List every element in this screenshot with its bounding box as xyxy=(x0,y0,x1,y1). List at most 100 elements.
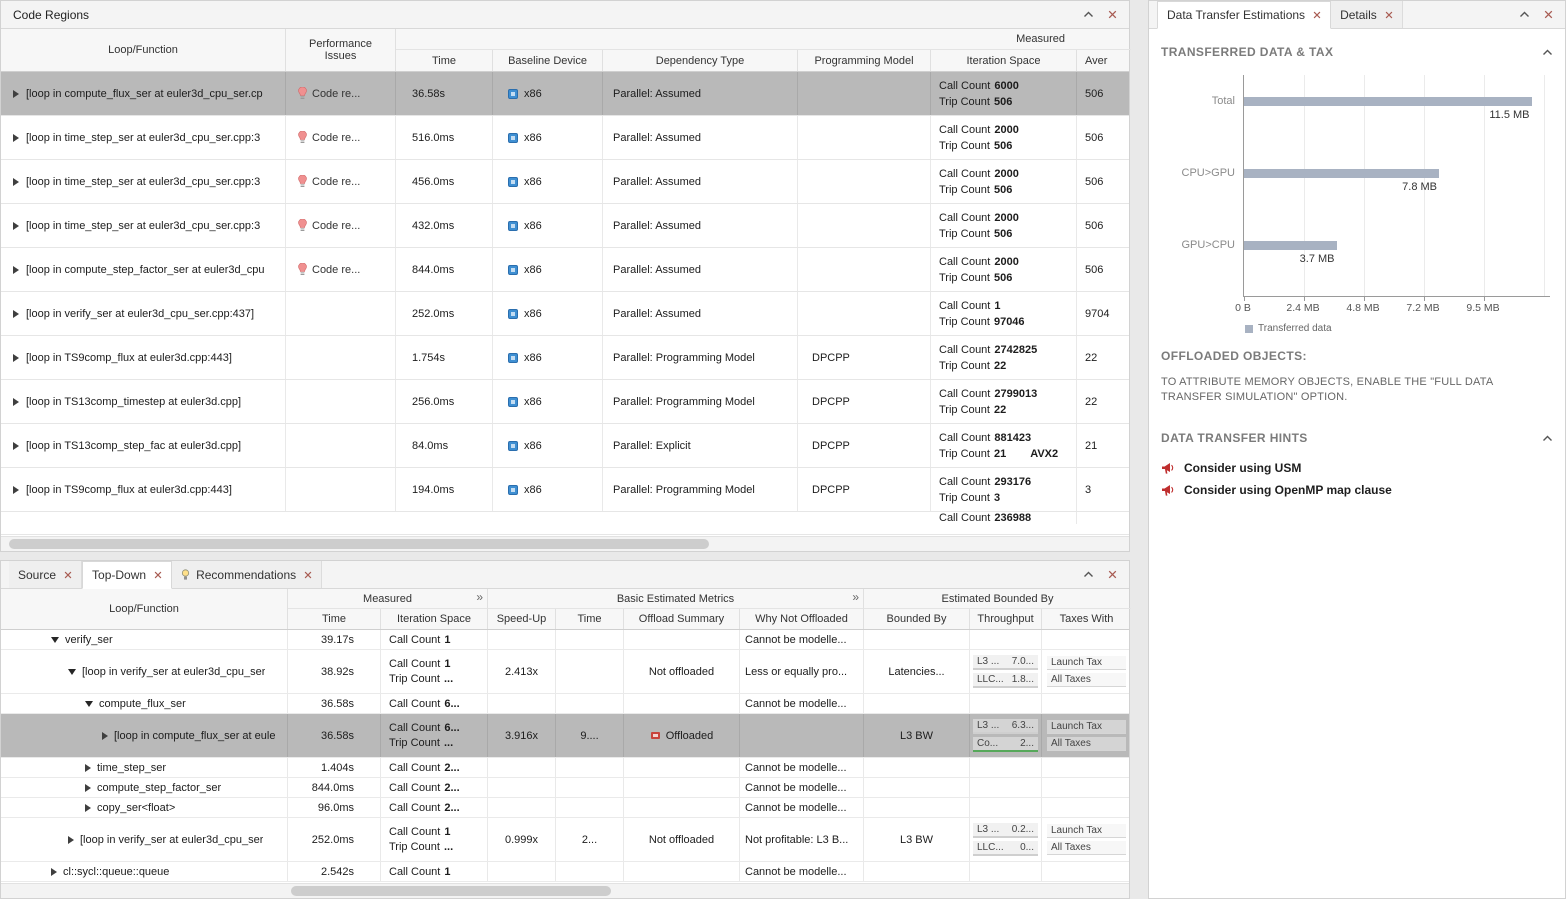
code-region-row[interactable]: Call Count236988 xyxy=(1,512,1129,535)
collapse-panel-icon[interactable] xyxy=(1083,11,1094,18)
column-header-average[interactable]: Aver xyxy=(1077,50,1131,71)
call-count-label: Call Count xyxy=(939,212,990,224)
scrollbar-thumb[interactable] xyxy=(9,539,709,549)
close-panel-icon[interactable] xyxy=(1108,570,1117,579)
tab-top-down[interactable]: Top-Down xyxy=(82,561,172,589)
expand-icon[interactable] xyxy=(13,310,19,318)
close-tab-icon[interactable] xyxy=(304,571,312,579)
chart-bar-cpu-gpu xyxy=(1244,169,1439,178)
code-region-row[interactable]: [loop in TS13comp_timestep at euler3d.cp… xyxy=(1,380,1129,424)
column-group-measured[interactable]: Measured » xyxy=(288,589,488,609)
close-panel-icon[interactable] xyxy=(1108,10,1117,19)
top-down-row[interactable]: [loop in verify_ser at euler3d_cpu_ser25… xyxy=(1,818,1129,862)
close-panel-icon[interactable] xyxy=(1544,10,1553,19)
expand-icon[interactable] xyxy=(13,486,19,494)
expand-icon[interactable] xyxy=(13,90,19,98)
expand-icon[interactable] xyxy=(102,732,108,740)
expand-icon[interactable] xyxy=(85,784,91,792)
chart-bar-total xyxy=(1244,97,1532,106)
code-region-row[interactable]: [loop in time_step_ser at euler3d_cpu_se… xyxy=(1,116,1129,160)
collapse-panel-icon[interactable] xyxy=(1519,11,1530,18)
panel-gap xyxy=(0,552,1130,560)
top-down-row[interactable]: verify_ser39.17sCall Count1Cannot be mod… xyxy=(1,630,1129,650)
tab-source[interactable]: Source xyxy=(9,561,82,588)
expand-columns-icon[interactable]: » xyxy=(476,591,483,603)
loop-name: [loop in TS13comp_timestep at euler3d.cp… xyxy=(26,396,241,408)
code-region-row[interactable]: [loop in time_step_ser at euler3d_cpu_se… xyxy=(1,204,1129,248)
code-region-row[interactable]: [loop in TS9comp_flux at euler3d.cpp:443… xyxy=(1,336,1129,380)
tab-data-transfer-estimations[interactable]: Data Transfer Estimations xyxy=(1157,1,1331,29)
close-tab-icon[interactable] xyxy=(1385,11,1393,19)
column-header-taxes[interactable]: Taxes With xyxy=(1042,609,1131,629)
code-region-row[interactable]: [loop in TS13comp_step_fac at euler3d.cp… xyxy=(1,424,1129,468)
code-region-row[interactable]: [loop in TS9comp_flux at euler3d.cpp:443… xyxy=(1,468,1129,512)
column-group-basic-estimated-metrics[interactable]: Basic Estimated Metrics » xyxy=(488,589,864,609)
column-header-time[interactable]: Time xyxy=(396,50,493,71)
expand-icon[interactable] xyxy=(13,266,19,274)
expand-icon[interactable] xyxy=(85,701,93,707)
top-down-row[interactable]: time_step_ser1.404sCall Count2...Cannot … xyxy=(1,758,1129,778)
column-header-estimated-time[interactable]: Time xyxy=(556,609,624,629)
horizontal-scrollbar[interactable] xyxy=(1,883,1129,898)
expand-icon[interactable] xyxy=(85,764,91,772)
expand-icon[interactable] xyxy=(13,178,19,186)
close-tab-icon[interactable] xyxy=(64,571,72,579)
expand-icon[interactable] xyxy=(51,637,59,643)
expand-icon[interactable] xyxy=(68,669,76,675)
code-region-row[interactable]: [loop in compute_step_factor_ser at eule… xyxy=(1,248,1129,292)
column-header-dependency-type[interactable]: Dependency Type xyxy=(603,50,798,71)
time-cell: 252.0ms xyxy=(288,818,381,861)
top-down-row[interactable]: [loop in verify_ser at euler3d_cpu_ser38… xyxy=(1,650,1129,694)
expand-icon[interactable] xyxy=(13,222,19,230)
column-group-measured[interactable]: Measured xyxy=(396,29,1131,50)
collapse-section-icon[interactable] xyxy=(1542,431,1553,445)
column-header-baseline-device[interactable]: Baseline Device xyxy=(493,50,603,71)
expand-icon[interactable] xyxy=(68,836,74,844)
expand-icon[interactable] xyxy=(13,354,19,362)
panel-divider[interactable] xyxy=(1130,0,1148,899)
horizontal-scrollbar[interactable] xyxy=(1,536,1129,551)
column-header-loop-function[interactable]: Loop/Function xyxy=(1,29,286,71)
tab-top-down-label: Top-Down xyxy=(92,568,146,582)
expand-icon[interactable] xyxy=(85,804,91,812)
code-region-row[interactable]: [loop in time_step_ser at euler3d_cpu_se… xyxy=(1,160,1129,204)
column-header-performance-issues[interactable]: Performance Issues xyxy=(286,29,396,71)
column-header-iteration-space[interactable]: Iteration Space xyxy=(381,609,488,629)
collapse-section-icon[interactable] xyxy=(1542,45,1553,59)
expand-icon[interactable] xyxy=(51,868,57,876)
average-cell: 506 xyxy=(1077,248,1129,291)
column-header-offload-summary[interactable]: Offload Summary xyxy=(624,609,740,629)
expand-columns-icon[interactable]: » xyxy=(852,591,859,603)
data-transfer-hint[interactable]: Consider using OpenMP map clause xyxy=(1161,479,1553,501)
column-header-iteration-space[interactable]: Iteration Space xyxy=(931,50,1077,71)
average-cell: 506 xyxy=(1077,204,1129,247)
top-down-row[interactable]: [loop in compute_flux_ser at eule36.58sC… xyxy=(1,714,1129,758)
tab-details[interactable]: Details xyxy=(1331,1,1403,28)
bounded-by-cell xyxy=(864,778,970,797)
throughput-bar: L3 ...7.0... xyxy=(973,655,1038,670)
collapse-panel-icon[interactable] xyxy=(1083,571,1094,578)
expand-icon[interactable] xyxy=(13,442,19,450)
data-transfer-hint[interactable]: Consider using USM xyxy=(1161,457,1553,479)
expand-icon[interactable] xyxy=(13,134,19,142)
top-down-row[interactable]: cl::sycl::queue::queue2.542sCall Count1C… xyxy=(1,862,1129,882)
column-header-speed-up[interactable]: Speed-Up xyxy=(488,609,556,629)
scrollbar-thumb[interactable] xyxy=(291,886,611,896)
code-region-row[interactable]: [loop in compute_flux_ser at euler3d_cpu… xyxy=(1,72,1129,116)
column-header-time[interactable]: Time xyxy=(288,609,381,629)
column-header-why-not-offloaded[interactable]: Why Not Offloaded xyxy=(740,609,864,629)
top-down-row[interactable]: compute_step_factor_ser844.0msCall Count… xyxy=(1,778,1129,798)
column-header-programming-model[interactable]: Programming Model xyxy=(798,50,931,71)
column-group-estimated-bounded-by[interactable]: Estimated Bounded By xyxy=(864,589,1131,609)
code-region-row[interactable]: [loop in verify_ser at euler3d_cpu_ser.c… xyxy=(1,292,1129,336)
top-down-row[interactable]: copy_ser<float>96.0msCall Count2...Canno… xyxy=(1,798,1129,818)
top-down-row[interactable]: compute_flux_ser36.58sCall Count6...Cann… xyxy=(1,694,1129,714)
column-header-bounded-by[interactable]: Bounded By xyxy=(864,609,970,629)
expand-icon[interactable] xyxy=(13,398,19,406)
column-header-loop-function[interactable]: Loop/Function xyxy=(1,589,288,629)
programming-model-cell: DPCPP xyxy=(798,380,931,423)
column-header-throughput[interactable]: Throughput xyxy=(970,609,1042,629)
close-tab-icon[interactable] xyxy=(154,571,162,579)
tab-recommendations[interactable]: Recommendations xyxy=(172,561,322,588)
close-tab-icon[interactable] xyxy=(1313,11,1321,19)
